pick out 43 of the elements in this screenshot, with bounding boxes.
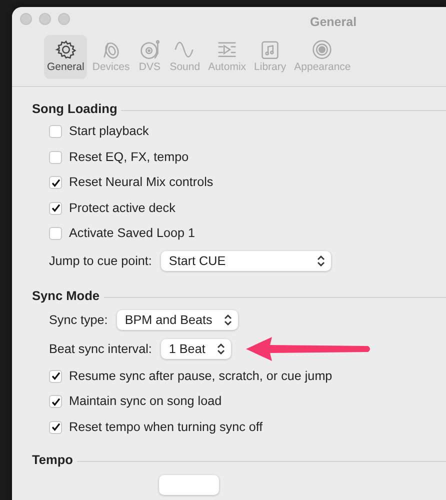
close-button[interactable] [20, 13, 32, 25]
checkbox[interactable] [49, 176, 62, 190]
field-label: Beat sync interval: [49, 340, 152, 358]
window-title: General [310, 14, 357, 31]
checkbox[interactable] [49, 395, 62, 408]
turntable-icon [138, 39, 162, 60]
checkbox-label: Reset tempo when turning sync off [69, 418, 263, 436]
field-label: Jump to cue point: [49, 252, 152, 270]
checkbox[interactable] [49, 370, 62, 383]
checkbox-label: Maintain sync on song load [69, 393, 222, 410]
checkbox[interactable] [49, 125, 62, 138]
toolbar-tab[interactable]: Library [251, 35, 290, 79]
section-heading: Song Loading [32, 100, 118, 118]
stepper-icon [224, 314, 232, 326]
toolbar-tab[interactable]: Appearance [291, 35, 354, 79]
minimize-button[interactable] [39, 13, 51, 25]
checkbox-label: Reset EQ, FX, tempo [69, 148, 189, 166]
section-heading: Tempo [32, 451, 73, 470]
toolbar-tab[interactable]: Devices [89, 35, 133, 79]
toolbar-tab[interactable]: DVS [134, 35, 165, 79]
checkbox[interactable] [49, 202, 62, 215]
checkbox[interactable] [49, 227, 62, 240]
checkbox[interactable] [49, 150, 62, 164]
gear-icon [54, 39, 78, 60]
dropdown[interactable]: 1 Beat [160, 339, 232, 359]
checkbox-label: Protect active deck [69, 200, 176, 217]
checkbox-label: Activate Saved Loop 1 [69, 225, 196, 242]
dropdown[interactable]: Start CUE [160, 251, 331, 271]
stepper-icon [217, 343, 226, 355]
checkbox-label: Start playback [69, 123, 149, 140]
section-heading: Sync Mode [32, 286, 100, 305]
toolbar-tab[interactable]: General [44, 35, 88, 79]
checkbox[interactable] [49, 420, 62, 434]
toolbar-tab[interactable]: Sound [166, 35, 204, 79]
field-label: Sync type: [49, 312, 108, 329]
checkbox-label: Reset Neural Mix controls [69, 174, 214, 192]
dropdown[interactable] [159, 474, 219, 494]
eye-icon [310, 39, 334, 60]
toolbar-tab[interactable]: Automix [205, 35, 250, 79]
checkbox-label: Resume sync after pause, scratch, or cue jump [69, 368, 332, 385]
zoom-button[interactable] [58, 13, 70, 25]
stepper-icon [316, 255, 325, 267]
dropdown[interactable]: BPM and Beats [116, 310, 238, 330]
